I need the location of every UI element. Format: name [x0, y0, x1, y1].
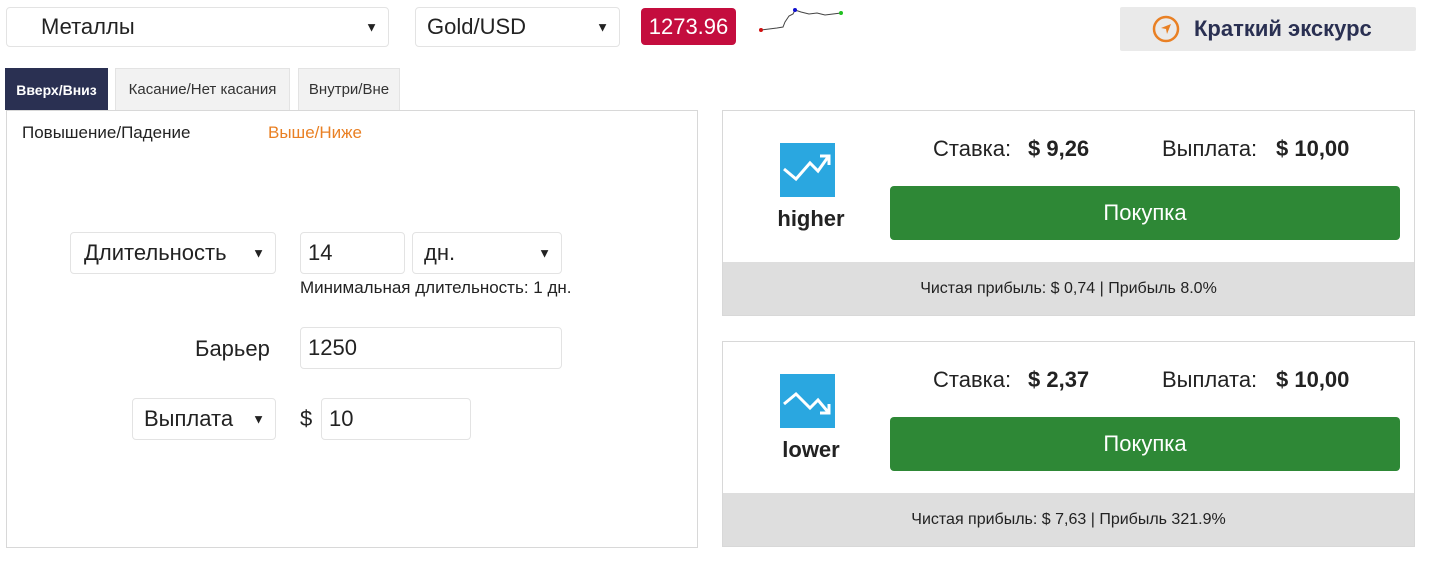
tab-touch-no-touch[interactable]: Касание/Нет касания: [115, 68, 290, 110]
net-profit-info: Чистая прибыль: $ 0,74 | Прибыль 8.0%: [723, 262, 1414, 315]
buy-higher-button[interactable]: Покупка: [890, 186, 1400, 240]
payout-value: $ 10,00: [1276, 136, 1350, 161]
subtab-rise-fall[interactable]: Повышение/Падение: [22, 123, 190, 143]
caret-down-icon: ▼: [596, 19, 609, 35]
buy-lower-button[interactable]: Покупка: [890, 417, 1400, 471]
payout-label: Выплата:: [1162, 367, 1258, 392]
duration-unit-value: дн.: [424, 240, 456, 265]
caret-down-icon: ▼: [252, 245, 265, 261]
market-select[interactable]: Металлы ▼: [6, 7, 389, 47]
underlying-select-value: Gold/USD: [427, 14, 527, 39]
payout-amount-value: 10: [329, 406, 354, 431]
caret-down-icon: ▼: [538, 245, 551, 261]
contract-name: lower: [782, 437, 840, 462]
barrier-input[interactable]: 1250: [300, 327, 562, 369]
duration-amount-value: 14: [308, 240, 333, 265]
stake-value: $ 2,37: [1028, 367, 1090, 392]
payout-amount-input[interactable]: 10: [321, 398, 471, 440]
sparkline-start-dot: [759, 28, 763, 32]
market-select-value: Металлы: [41, 14, 135, 39]
duration-type-select[interactable]: Длительность ▼: [70, 232, 276, 274]
quick-tour-button[interactable]: Краткий экскурс: [1120, 7, 1416, 51]
stake-label: Ставка:: [933, 136, 1012, 161]
subtab-higher-lower[interactable]: Выше/Ниже: [268, 123, 362, 143]
net-profit-info: Чистая прибыль: $ 7,63 | Прибыль 321.9%: [723, 493, 1414, 546]
payout-label: Выплата:: [1162, 136, 1258, 161]
compass-icon: [1152, 15, 1180, 43]
currency-sign: $: [300, 406, 313, 431]
tab-up-down[interactable]: Вверх/Вниз: [5, 68, 108, 110]
trend-down-icon: [780, 374, 835, 428]
tab-in-out[interactable]: Внутри/Вне: [298, 68, 400, 110]
quick-tour-label: Краткий экскурс: [1194, 16, 1372, 41]
contract-form-panel: Повышение/Падение Выше/Ниже Длительность…: [6, 110, 698, 548]
payout-value: $ 10,00: [1276, 367, 1350, 392]
barrier-label: Барьер: [195, 336, 270, 361]
spot-price-badge: 1273.96: [641, 8, 736, 45]
duration-unit-select[interactable]: дн. ▼: [412, 232, 562, 274]
payout-type-value: Выплата: [144, 406, 234, 431]
sparkline-high-dot: [793, 8, 797, 12]
sparkline-end-dot: [839, 11, 843, 15]
trend-up-icon: [780, 143, 835, 197]
duration-amount-input[interactable]: 14: [300, 232, 405, 274]
barrier-value: 1250: [308, 335, 357, 360]
caret-down-icon: ▼: [252, 411, 265, 427]
duration-hint: Минимальная длительность: 1 дн.: [300, 278, 572, 297]
price-sparkline: [759, 8, 843, 32]
stake-value: $ 9,26: [1028, 136, 1090, 161]
payout-type-select[interactable]: Выплата ▼: [132, 398, 276, 440]
underlying-select[interactable]: Gold/USD ▼: [415, 7, 620, 47]
duration-type-value: Длительность: [84, 240, 227, 265]
contract-card-higher: higher Ставка: $ 9,26 Выплата: $ 10,00 П…: [722, 110, 1415, 316]
caret-down-icon: ▼: [365, 19, 378, 35]
stake-label: Ставка:: [933, 367, 1012, 392]
contract-name: higher: [777, 206, 845, 231]
contract-card-lower: lower Ставка: $ 2,37 Выплата: $ 10,00 По…: [722, 341, 1415, 547]
